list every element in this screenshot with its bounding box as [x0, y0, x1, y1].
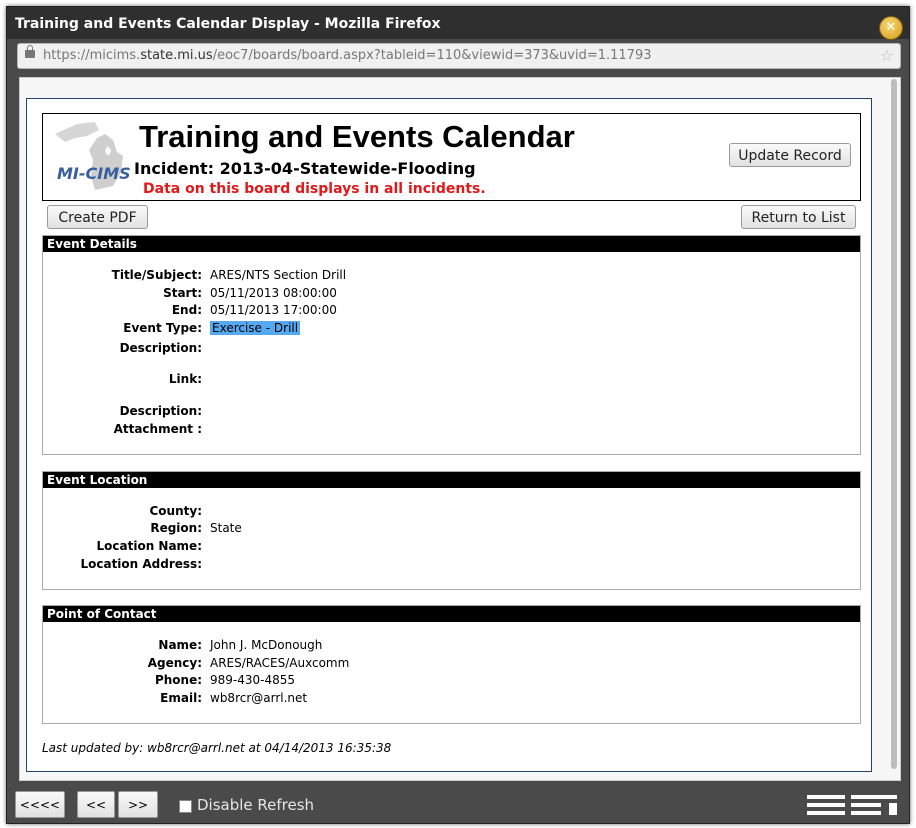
- field-label: Region:: [150, 521, 202, 535]
- field-value: 05/11/2013 08:00:00: [210, 286, 337, 300]
- field-row: Agency: ARES/RACES/Auxcomm: [43, 656, 860, 672]
- page-title: Training and Events Calendar: [139, 119, 575, 154]
- field-label: Description:: [119, 341, 202, 355]
- field-label: End:: [171, 303, 202, 317]
- field-row: Email: wb8rcr@arrl.net: [43, 691, 860, 707]
- field-row: Region: State: [43, 521, 860, 537]
- field-value: ARES/RACES/Auxcomm: [210, 656, 350, 670]
- field-value: John J. McDonough: [210, 638, 323, 652]
- field-row: Name: John J. McDonough: [43, 638, 860, 654]
- bookmark-star-icon[interactable]: ☆: [880, 46, 894, 65]
- close-icon[interactable]: ✕: [879, 16, 903, 40]
- disable-refresh-checkbox[interactable]: [179, 800, 192, 813]
- section-heading: Event Details: [43, 236, 860, 252]
- page-viewport: MI-CIMS Training and Events Calendar Inc…: [19, 77, 901, 781]
- url-domain: state.mi.us: [140, 48, 213, 63]
- board-panel: MI-CIMS Training and Events Calendar Inc…: [26, 98, 872, 772]
- field-row: Start: 05/11/2013 08:00:00: [43, 286, 860, 302]
- field-label: Name:: [158, 638, 202, 652]
- field-row: Title/Subject: ARES/NTS Section Drill: [43, 268, 860, 284]
- field-label: Description:: [119, 404, 202, 418]
- browser-window: Training and Events Calendar Display - M…: [6, 6, 910, 824]
- logo-text: MI-CIMS: [57, 164, 131, 183]
- field-label: Event Type:: [123, 321, 202, 335]
- field-label: Location Name:: [96, 539, 203, 553]
- section-heading: Event Location: [43, 472, 860, 488]
- field-row: Location Name:: [43, 539, 860, 555]
- field-row: Link:: [43, 372, 860, 388]
- field-row: End: 05/11/2013 17:00:00: [43, 303, 860, 319]
- disable-refresh-label[interactable]: Disable Refresh: [197, 796, 314, 814]
- field-label: Location Address:: [80, 557, 202, 571]
- field-value: ARES/NTS Section Drill: [210, 268, 347, 282]
- previous-page-button[interactable]: <<: [77, 791, 115, 818]
- bottom-toolbar: <<<< << >> Disable Refresh: [7, 787, 909, 823]
- create-pdf-button[interactable]: Create PDF: [47, 205, 148, 229]
- michigan-map-icon: [55, 122, 123, 190]
- url-text[interactable]: https://micims.state.mi.us/eoc7/boards/b…: [43, 48, 652, 63]
- event-location-section: Event Location County: Region: State Loc…: [42, 471, 861, 590]
- return-to-list-button[interactable]: Return to List: [741, 205, 856, 229]
- first-page-button[interactable]: <<<<: [15, 791, 65, 818]
- url-path: /eoc7/boards/board.aspx?tableid=110&view…: [212, 48, 652, 63]
- next-page-button[interactable]: >>: [118, 791, 158, 818]
- vertical-scrollbar[interactable]: [891, 79, 897, 769]
- section-heading: Point of Contact: [43, 606, 860, 622]
- incident-label: Incident: 2013-04-Statewide-Flooding: [134, 159, 476, 178]
- field-label: County:: [149, 504, 203, 518]
- lock-icon: [25, 45, 35, 58]
- field-label: Phone:: [154, 673, 202, 687]
- field-row: Event Type: Exercise - Drill: [43, 321, 860, 337]
- field-value: 05/11/2013 17:00:00: [210, 303, 337, 317]
- field-row: Attachment :: [43, 422, 860, 438]
- board-warning: Data on this board displays in all incid…: [143, 181, 486, 197]
- micims-logo: MI-CIMS: [47, 116, 133, 196]
- field-value: wb8rcr@arrl.net: [210, 691, 308, 705]
- field-row: Phone: 989-430-4855: [43, 673, 860, 689]
- event-details-section: Event Details Title/Subject: ARES/NTS Se…: [42, 235, 861, 455]
- update-record-button[interactable]: Update Record: [729, 143, 851, 167]
- last-updated-text: Last updated by: wb8rcr@arrl.net at 04/1…: [42, 741, 392, 755]
- event-type-value: Exercise - Drill: [210, 321, 301, 335]
- title-bar: Training and Events Calendar Display - M…: [7, 7, 909, 40]
- field-label: Title/Subject:: [111, 268, 202, 282]
- window-title: Training and Events Calendar Display - M…: [15, 16, 441, 32]
- field-row: Description:: [43, 341, 860, 357]
- field-value: State: [210, 521, 242, 535]
- field-label: Start:: [163, 286, 202, 300]
- field-label: Email:: [160, 691, 202, 705]
- field-row: Description:: [43, 404, 860, 420]
- field-row: County:: [43, 504, 860, 520]
- field-label: Link:: [168, 372, 202, 386]
- field-value: 989-430-4855: [210, 673, 296, 687]
- field-row: Location Address:: [43, 557, 860, 573]
- board-header: MI-CIMS Training and Events Calendar Inc…: [42, 113, 861, 201]
- url-bar[interactable]: https://micims.state.mi.us/eoc7/boards/b…: [17, 43, 901, 69]
- field-label: Agency:: [147, 656, 202, 670]
- vendor-logo-icon: [807, 795, 897, 815]
- point-of-contact-section: Point of Contact Name: John J. McDonough…: [42, 605, 861, 724]
- url-prefix: https://micims.: [43, 48, 141, 63]
- field-label: Attachment :: [113, 422, 202, 436]
